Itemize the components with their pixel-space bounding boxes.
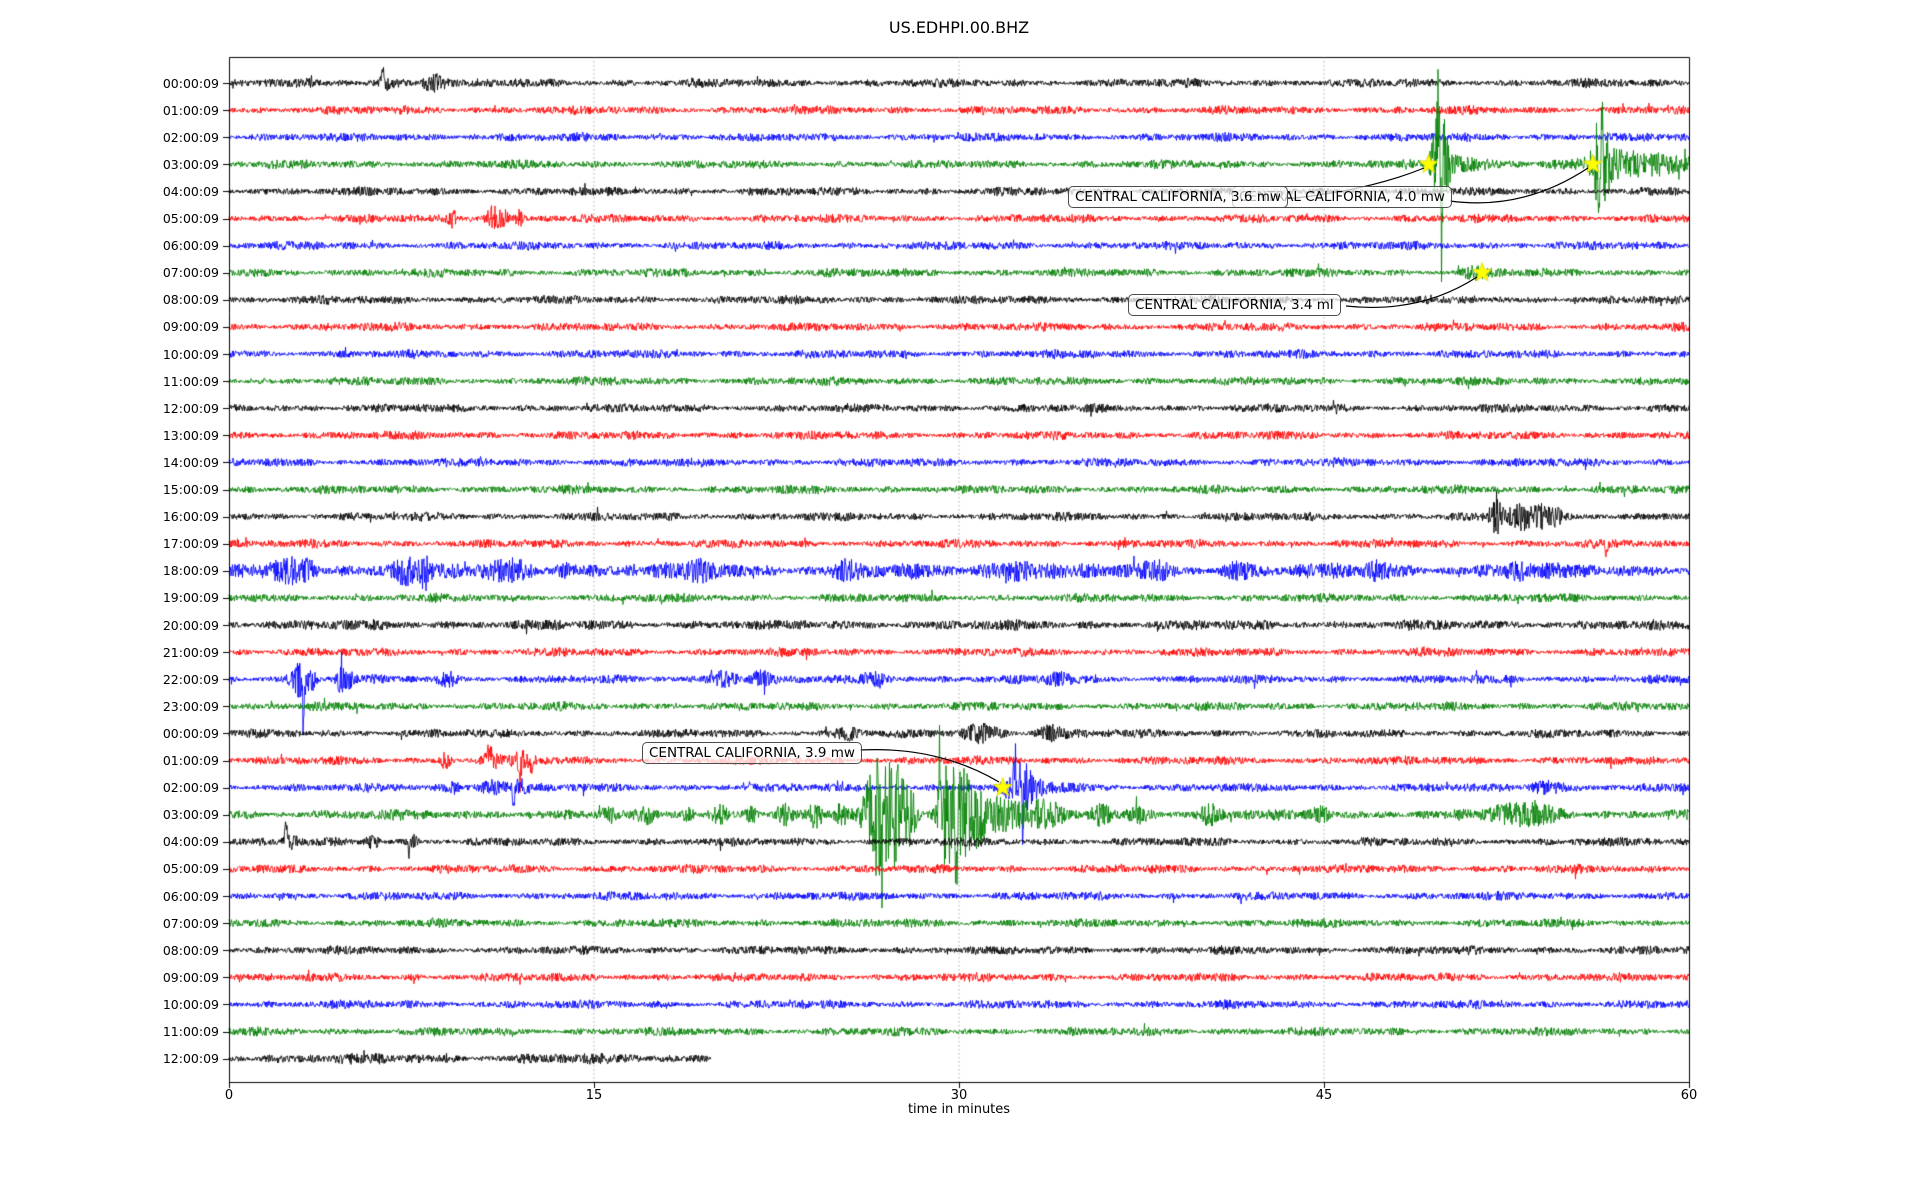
y-tick-label: 03:00:09 [162, 156, 219, 172]
y-tick-label: 12:00:09 [162, 1051, 219, 1067]
y-tick-label: 05:00:09 [162, 211, 219, 226]
y-tick-label: 13:00:09 [162, 427, 219, 443]
y-tick-label: 08:00:09 [162, 942, 219, 958]
x-tick-label: 0 [224, 1088, 234, 1103]
event-annotation-label: CENTRAL CALIFORNIA, 3.4 ml [1128, 294, 1341, 316]
y-tick-label: 05:00:09 [162, 861, 219, 877]
y-tick-label: 10:00:09 [162, 996, 219, 1012]
y-tick-label: 11:00:09 [162, 373, 219, 389]
y-tick-label: 00:00:09 [162, 725, 219, 741]
x-tick-label: 45 [1315, 1088, 1333, 1103]
y-tick-label: 04:00:09 [162, 834, 219, 850]
y-tick-label: 01:00:09 [162, 102, 219, 118]
x-axis-label: time in minutes [907, 1102, 1011, 1117]
y-tick-label: 06:00:09 [162, 888, 219, 904]
seismogram-canvas [0, 0, 1920, 1200]
y-tick-label: 14:00:09 [162, 454, 219, 470]
y-tick-label: 02:00:09 [162, 129, 219, 145]
y-tick-label: 06:00:09 [162, 238, 219, 254]
y-tick-label: 00:00:09 [162, 75, 219, 91]
y-tick-label: 21:00:09 [162, 644, 219, 660]
y-tick-label: 07:00:09 [162, 915, 219, 931]
y-tick-label: 03:00:09 [162, 807, 219, 823]
y-tick-label: 23:00:09 [162, 698, 219, 714]
y-tick-label: 22:00:09 [162, 671, 219, 687]
y-tick-label: 15:00:09 [162, 482, 219, 497]
x-tick-label: 60 [1680, 1088, 1698, 1103]
y-tick-label: 18:00:09 [162, 563, 219, 579]
x-tick-label: 30 [950, 1088, 968, 1103]
y-tick-label: 16:00:09 [162, 509, 219, 525]
y-tick-label: 09:00:09 [162, 319, 219, 335]
y-tick-label: 07:00:09 [162, 265, 219, 281]
seismogram-figure: US.EDHPI.00.BHZ time in minutes 00:00:09… [0, 0, 1920, 1200]
y-tick-label: 09:00:09 [162, 969, 219, 985]
y-tick-label: 17:00:09 [162, 536, 219, 552]
y-tick-label: 20:00:09 [162, 617, 219, 633]
y-tick-label: 11:00:09 [162, 1024, 219, 1039]
y-tick-label: 02:00:09 [162, 780, 219, 796]
event-annotation-label: CENTRAL CALIFORNIA, 3.6 mw [1068, 186, 1288, 208]
y-tick-label: 10:00:09 [162, 346, 219, 362]
y-tick-label: 04:00:09 [162, 183, 219, 199]
y-tick-label: 01:00:09 [162, 753, 219, 768]
event-annotation-label: CENTRAL CALIFORNIA, 3.9 mw [642, 742, 862, 764]
y-tick-label: 19:00:09 [162, 590, 219, 606]
y-tick-label: 08:00:09 [162, 292, 219, 308]
plot-title: US.EDHPI.00.BHZ [888, 18, 1030, 37]
x-tick-label: 15 [585, 1088, 603, 1103]
y-tick-label: 12:00:09 [162, 400, 219, 416]
